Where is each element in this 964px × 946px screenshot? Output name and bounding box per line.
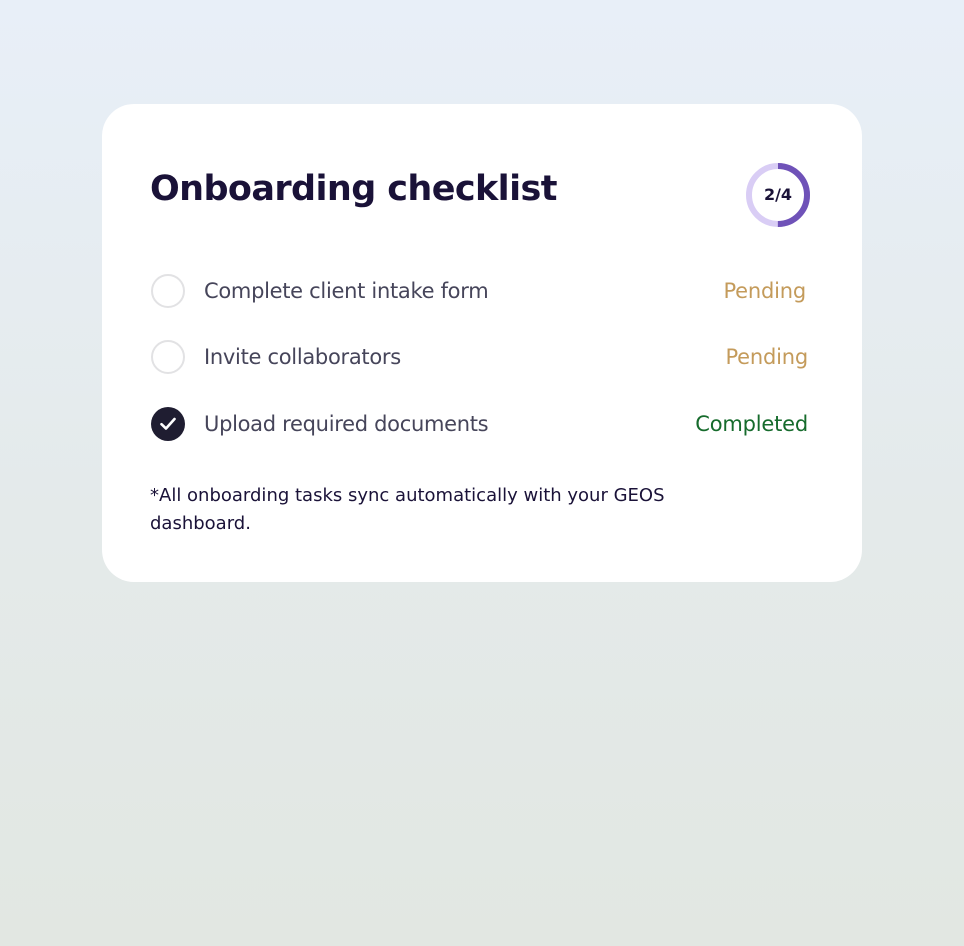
circle-outline-icon[interactable] [151,274,185,308]
task-status-badge: Pending [725,345,808,369]
task-label: Invite collaborators [204,345,401,369]
onboarding-checklist-card: Onboarding checklist 2/4 Complete client… [102,104,862,582]
sync-footnote: *All onboarding tasks sync automatically… [150,485,665,534]
progress-ring: 2/4 [746,163,810,227]
checklist-title: Onboarding checklist [150,169,557,209]
task-row-complete-intake-form[interactable]: Complete client intake form Pending [150,271,812,311]
task-label: Complete client intake form [204,279,489,303]
task-status-badge: Pending [723,279,806,303]
circle-outline-icon[interactable] [151,340,185,374]
task-row-upload-documents[interactable]: Upload required documents Completed [150,404,812,444]
task-label: Upload required documents [204,412,489,436]
task-status-badge: Completed [695,412,808,436]
checkmark-circle-icon[interactable] [151,407,185,441]
progress-label: 2/4 [763,185,793,204]
task-row-invite-collaborators[interactable]: Invite collaborators Pending [150,337,812,377]
checkmark-icon [160,417,176,430]
